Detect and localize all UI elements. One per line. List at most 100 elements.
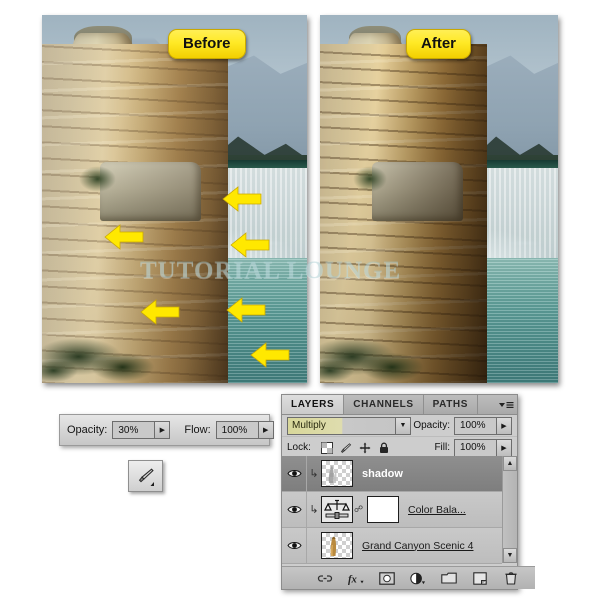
layer-rows: ↳ shadow ↳ ☍ Color Bala... Grand Canyon … <box>282 456 502 564</box>
layers-panel: LAYERS CHANNELS PATHS Multiply ▼ Opacity… <box>281 394 535 590</box>
tab-paths[interactable]: PATHS <box>424 395 479 414</box>
panel-menu-icon[interactable] <box>495 395 517 414</box>
new-adjustment-layer-icon[interactable] <box>409 570 426 586</box>
after-image <box>320 15 558 383</box>
panel-opacity-label: Opacity: <box>413 420 450 431</box>
adjustment-thumbnail-color-balance[interactable] <box>321 496 353 523</box>
visibility-toggle-grand-canyon[interactable] <box>282 528 307 563</box>
blend-opacity-row: Multiply ▼ Opacity: 100% ▶ <box>282 415 517 437</box>
opacity-flyout-arrow-icon[interactable]: ▶ <box>154 422 170 438</box>
flow-value: 100% <box>216 422 258 438</box>
flow-input[interactable]: 100% ▶ <box>215 421 274 439</box>
blend-mode-select[interactable]: Multiply ▼ <box>287 416 411 435</box>
annotation-arrow-1 <box>222 184 262 214</box>
opacity-value: 30% <box>113 422 155 438</box>
small-vegetation <box>353 165 387 192</box>
brush-tool-button[interactable] <box>128 460 163 492</box>
panel-menu-glyph <box>499 401 514 408</box>
layer-row-shadow[interactable]: ↳ shadow <box>282 456 502 492</box>
folder-glyph <box>440 572 457 584</box>
trash-glyph <box>504 572 517 585</box>
layer-row-color-balance[interactable]: ↳ ☍ Color Bala... <box>282 492 502 528</box>
fill-label: Fill: <box>434 442 450 453</box>
panel-opacity-value: 100% <box>455 417 496 434</box>
layer-mask-thumbnail-color-balance[interactable] <box>367 496 399 523</box>
panel-opacity-input[interactable]: 100% ▶ <box>454 416 512 435</box>
tab-layers[interactable]: LAYERS <box>282 395 345 414</box>
brush-icon <box>138 468 154 486</box>
tab-filler <box>478 395 495 414</box>
annotation-arrow-3 <box>230 230 270 260</box>
new-layer-icon[interactable] <box>472 570 488 586</box>
brush-options-bar: Opacity: 30% ▶ Flow: 100% ▶ <box>59 414 274 446</box>
screenshot-root: TUTORIAL LOUNGE Before After Opacity: 30… <box>0 0 600 600</box>
flow-group: Flow: 100% ▶ <box>177 415 280 445</box>
visibility-toggle-color-balance[interactable] <box>282 492 307 527</box>
padlock-glyph <box>379 442 388 453</box>
lock-all-icon[interactable] <box>378 442 390 454</box>
opacity-input[interactable]: 30% ▶ <box>112 421 171 439</box>
layers-panel-footer: fx <box>282 566 535 589</box>
fx-glyph: fx <box>348 574 364 585</box>
lock-position-icon[interactable] <box>359 442 371 454</box>
eye-icon <box>286 470 302 477</box>
opacity-group: Opacity: 30% ▶ <box>60 415 177 445</box>
layer-name-color-balance: Color Bala... <box>408 503 466 516</box>
arrow-left-icon <box>226 297 266 323</box>
lock-image-pixels-icon[interactable] <box>340 442 352 454</box>
layer-name-shadow: shadow <box>362 467 403 480</box>
panel-tab-bar: LAYERS CHANNELS PATHS <box>282 395 517 415</box>
half-circle-glyph <box>409 572 425 584</box>
arrow-left-icon <box>140 299 180 325</box>
small-vegetation <box>79 165 117 192</box>
arrow-left-icon <box>104 224 144 250</box>
layer-list: ↳ shadow ↳ ☍ Color Bala... Grand Canyon … <box>282 456 517 564</box>
link-glyph <box>317 574 332 582</box>
lock-transparent-pixels-icon[interactable] <box>320 441 333 454</box>
thumbnail-content <box>330 536 337 556</box>
after-label: After <box>406 29 472 59</box>
tab-channels[interactable]: CHANNELS <box>344 395 424 414</box>
eye-icon <box>286 506 302 513</box>
clipping-mask-indicator-color-balance: ↳ <box>309 504 319 516</box>
brush-glyph <box>340 442 352 453</box>
color-balance-scales-icon <box>322 497 352 522</box>
layer-list-scrollbar[interactable]: ▲ ▼ <box>502 456 517 563</box>
visibility-toggle-shadow[interactable] <box>282 456 307 491</box>
fill-flyout-arrow-icon[interactable]: ▶ <box>496 439 511 456</box>
scroll-down-button[interactable]: ▼ <box>503 548 517 563</box>
thumbnail-content <box>328 465 337 483</box>
arrow-left-icon <box>250 342 290 368</box>
layer-row-grand-canyon[interactable]: Grand Canyon Scenic 4 <box>282 528 502 564</box>
before-image <box>42 15 307 383</box>
fill-input[interactable]: 100% ▶ <box>454 438 512 457</box>
clipping-mask-indicator-shadow: ↳ <box>309 468 319 480</box>
add-layer-mask-icon[interactable] <box>378 570 395 586</box>
layer-name-grand-canyon: Grand Canyon Scenic 4 <box>362 539 474 552</box>
opacity-label: Opacity: <box>67 424 108 436</box>
annotation-arrow-6 <box>250 340 290 370</box>
eye-icon <box>286 542 302 549</box>
scroll-up-button[interactable]: ▲ <box>503 456 517 471</box>
mask-link-icon[interactable]: ☍ <box>354 504 363 515</box>
svg-text:fx: fx <box>348 574 358 585</box>
annotation-arrow-4 <box>140 297 180 327</box>
move-cross-glyph <box>359 442 371 453</box>
annotation-arrow-5 <box>226 295 266 325</box>
flow-flyout-arrow-icon[interactable]: ▶ <box>257 422 273 438</box>
annotation-arrow-2 <box>104 222 144 252</box>
new-page-glyph <box>472 571 487 585</box>
arrow-left-icon <box>222 186 262 212</box>
flow-label: Flow: <box>184 424 211 436</box>
chevron-down-icon[interactable]: ▼ <box>395 417 410 434</box>
transparency-checker-glyph <box>320 441 333 454</box>
panel-opacity-flyout-arrow-icon[interactable]: ▶ <box>496 417 511 434</box>
layer-style-fx-icon[interactable]: fx <box>348 570 364 586</box>
delete-layer-icon[interactable] <box>503 570 519 586</box>
layer-thumbnail-shadow[interactable] <box>321 460 353 487</box>
link-layers-icon[interactable] <box>317 570 333 586</box>
blend-mode-value: Multiply <box>292 420 326 431</box>
layer-thumbnail-grand-canyon[interactable] <box>321 532 353 559</box>
lock-label: Lock: <box>287 442 311 453</box>
new-group-icon[interactable] <box>440 570 457 586</box>
